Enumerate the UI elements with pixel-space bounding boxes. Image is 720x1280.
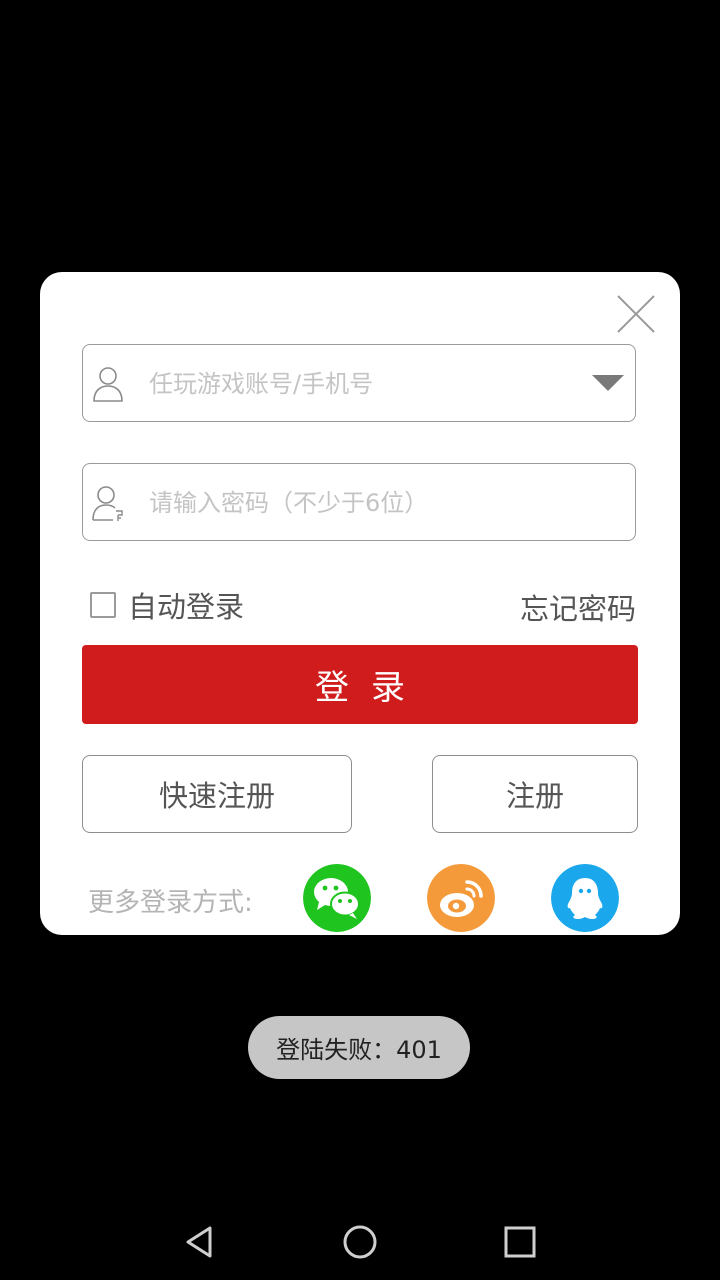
login-dialog: 自动登录 忘记密码 登录 快速注册 注册 更多登录方式: xyxy=(40,272,680,935)
dropdown-arrow-icon[interactable] xyxy=(591,373,625,393)
wechat-icon[interactable] xyxy=(303,864,371,932)
user-icon xyxy=(93,367,123,402)
close-icon[interactable] xyxy=(616,294,656,334)
forgot-password-link[interactable]: 忘记密码 xyxy=(520,586,636,628)
auto-login-label: 自动登录 xyxy=(128,590,245,624)
login-button[interactable]: 登录 xyxy=(82,645,638,724)
more-login-label: 更多登录方式: xyxy=(88,888,253,918)
password-input[interactable] xyxy=(147,464,571,542)
system-nav-bar xyxy=(0,1200,720,1280)
toast-message: 登陆失败：401 xyxy=(248,1016,470,1079)
recent-apps-icon[interactable] xyxy=(500,1222,540,1262)
register-button[interactable]: 注册 xyxy=(432,755,638,833)
auto-login-toggle[interactable]: 自动登录 xyxy=(90,588,244,624)
weibo-icon[interactable] xyxy=(427,864,495,932)
quick-register-button[interactable]: 快速注册 xyxy=(82,755,352,833)
account-field[interactable] xyxy=(82,344,636,423)
qq-icon[interactable] xyxy=(551,864,619,932)
user-key-icon xyxy=(92,486,123,521)
account-input[interactable] xyxy=(147,345,571,423)
back-icon[interactable] xyxy=(180,1222,220,1262)
home-icon[interactable] xyxy=(340,1222,380,1262)
auto-login-checkbox[interactable] xyxy=(90,592,116,618)
password-field[interactable] xyxy=(82,463,636,542)
